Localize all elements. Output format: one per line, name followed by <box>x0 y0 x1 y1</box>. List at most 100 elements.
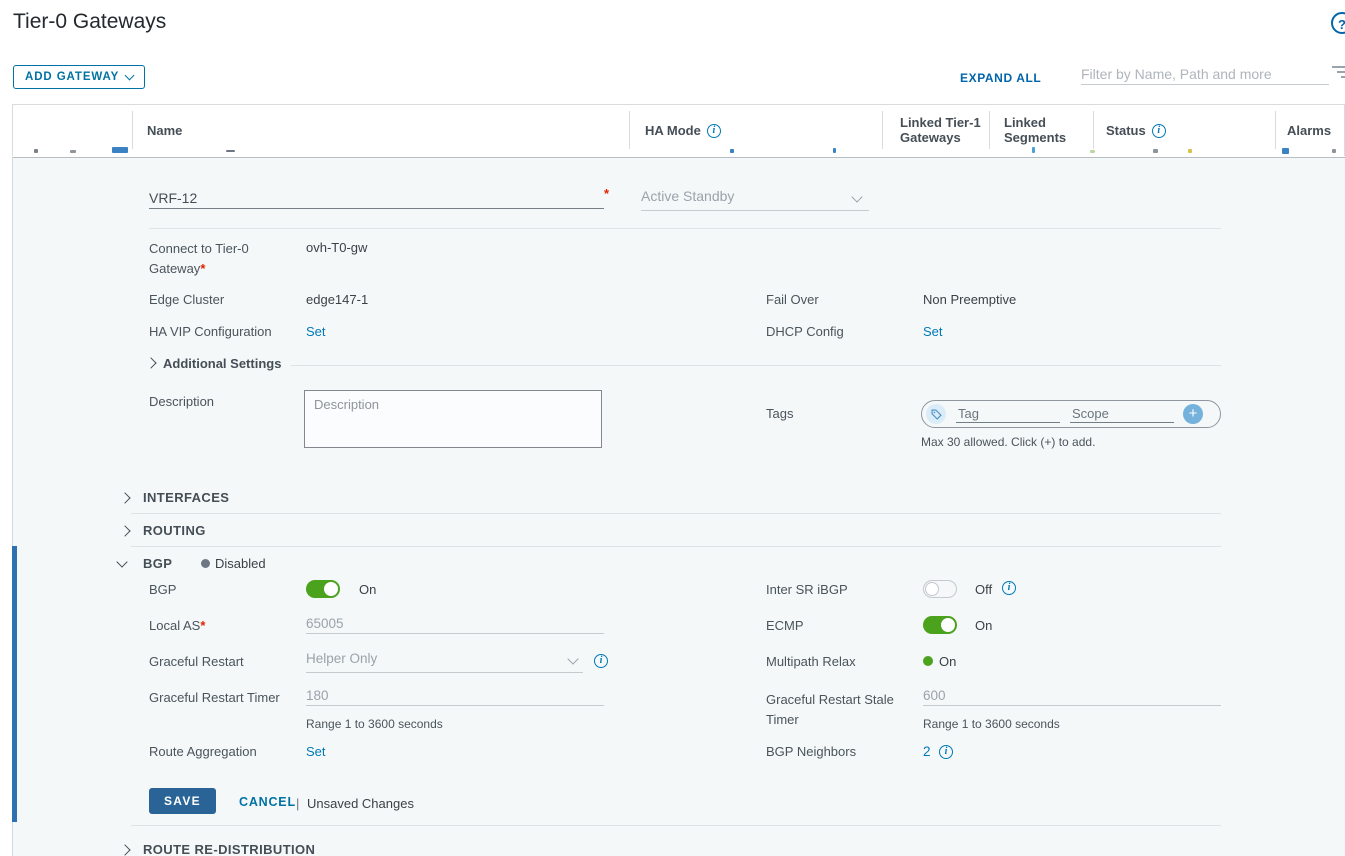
tier0-gateways-page: Tier-0 Gateways ? ADD GATEWAY EXPAND ALL… <box>0 0 1345 856</box>
column-header-alarms: Alarms <box>1287 123 1331 138</box>
expand-all-button[interactable]: EXPAND ALL <box>960 71 1041 85</box>
column-divider <box>989 111 990 149</box>
status-dot-gray <box>201 559 210 568</box>
chevron-down-icon <box>116 556 127 567</box>
connect-to-t0-value: ovh-T0-gw <box>306 240 367 255</box>
ecmp-state-text: On <box>975 618 992 633</box>
route-aggregation-set-link[interactable]: Set <box>306 744 326 759</box>
chevron-down-icon <box>125 71 135 81</box>
chevron-down-icon <box>851 191 862 202</box>
tags-label: Tags <box>766 406 793 421</box>
chevron-right-icon <box>119 525 130 536</box>
divider <box>291 365 1221 366</box>
required-asterisk: * <box>200 261 205 276</box>
connect-to-t0-label: Connect to Tier-0 Gateway* <box>149 239 271 279</box>
ecmp-toggle[interactable] <box>923 616 957 634</box>
column-divider <box>1093 111 1094 149</box>
column-divider <box>132 111 133 149</box>
info-icon[interactable]: i <box>1002 581 1016 595</box>
required-asterisk: * <box>604 186 609 201</box>
section-routing[interactable]: ROUTING <box>143 523 206 538</box>
gr-timer-input[interactable] <box>306 686 604 706</box>
status-dot-green <box>923 656 933 666</box>
scope-input[interactable] <box>1070 405 1174 423</box>
required-asterisk: * <box>200 618 205 633</box>
gr-stale-timer-hint: Range 1 to 3600 seconds <box>923 717 1060 731</box>
tag-icon <box>926 404 946 424</box>
fail-over-value: Non Preemptive <box>923 292 1016 307</box>
inter-sr-state-text: Off <box>975 582 992 597</box>
bgp-state-text: On <box>359 582 376 597</box>
column-divider <box>629 111 630 149</box>
info-icon[interactable]: i <box>594 654 608 668</box>
inter-sr-ibgp-toggle[interactable] <box>923 580 957 598</box>
gr-timer-label: Graceful Restart Timer <box>149 690 280 705</box>
column-header-linked-segments: Linked Segments <box>1004 115 1074 145</box>
fail-over-label: Fail Over <box>766 292 819 307</box>
bgp-toggle-label: BGP <box>149 582 176 597</box>
chevron-down-icon <box>567 653 578 664</box>
column-divider <box>1275 111 1276 149</box>
cancel-button[interactable]: CANCEL <box>233 794 302 810</box>
add-gateway-label: ADD GATEWAY <box>25 71 119 83</box>
gateway-name-input[interactable] <box>149 188 604 209</box>
local-as-input[interactable] <box>306 614 604 634</box>
column-header-ha-mode: HA Mode i <box>645 123 721 138</box>
tags-help-text: Max 30 allowed. Click (+) to add. <box>921 435 1095 449</box>
gr-timer-hint: Range 1 to 3600 seconds <box>306 717 443 731</box>
bgp-status-text: Disabled <box>215 556 266 571</box>
gr-stale-timer-label: Graceful Restart Stale Timer <box>766 690 911 730</box>
bgp-toggle[interactable] <box>306 580 340 598</box>
info-icon[interactable]: i <box>707 124 721 138</box>
info-icon[interactable]: i <box>939 745 953 759</box>
dhcp-set-link[interactable]: Set <box>923 324 943 339</box>
ha-mode-select: Active Standby <box>641 188 869 211</box>
ha-vip-set-link[interactable]: Set <box>306 324 326 339</box>
column-header-status: Status i <box>1106 123 1166 138</box>
add-tag-button[interactable]: + <box>1183 404 1203 424</box>
column-header-linked-tier1: Linked Tier-1 Gateways <box>900 115 986 145</box>
gr-stale-timer-input[interactable] <box>923 686 1221 706</box>
add-gateway-button[interactable]: ADD GATEWAY <box>13 65 145 89</box>
tags-input-group: + <box>921 400 1221 428</box>
inter-sr-ibgp-label: Inter SR iBGP <box>766 582 848 597</box>
section-bgp[interactable]: BGP <box>143 556 172 571</box>
ha-vip-label: HA VIP Configuration <box>149 324 272 339</box>
divider <box>149 228 1221 229</box>
graceful-restart-value: Helper Only <box>306 651 377 666</box>
section-interfaces[interactable]: INTERFACES <box>143 490 229 505</box>
section-route-redistribution[interactable]: ROUTE RE-DISTRIBUTION <box>143 842 315 856</box>
divider <box>131 825 1221 826</box>
info-icon[interactable]: i <box>1152 124 1166 138</box>
chevron-right-icon <box>119 844 130 855</box>
description-textarea[interactable] <box>304 390 602 448</box>
filter-icon[interactable] <box>1332 63 1345 78</box>
local-as-label: Local AS* <box>149 618 205 633</box>
multipath-relax-label: Multipath Relax <box>766 654 856 669</box>
divider <box>131 546 1221 547</box>
separator: | <box>296 796 299 811</box>
ecmp-label: ECMP <box>766 618 804 633</box>
filter-input[interactable] <box>1081 64 1329 85</box>
route-aggregation-label: Route Aggregation <box>149 744 257 759</box>
chevron-right-icon <box>145 357 156 368</box>
description-label: Description <box>149 394 214 409</box>
bgp-neighbors-link[interactable]: 2 <box>923 744 931 759</box>
column-divider <box>882 111 883 149</box>
divider <box>131 513 1221 514</box>
graceful-restart-select[interactable]: Helper Only <box>306 650 583 673</box>
edge-cluster-label: Edge Cluster <box>149 292 224 307</box>
tag-input[interactable] <box>956 405 1060 423</box>
dhcp-config-label: DHCP Config <box>766 324 844 339</box>
gateways-table-header: Name HA Mode i Linked Tier-1 Gateways Li… <box>12 104 1345 156</box>
help-icon[interactable]: ? <box>1331 12 1345 34</box>
edge-cluster-value: edge147-1 <box>306 292 368 307</box>
graceful-restart-label: Graceful Restart <box>149 654 244 669</box>
column-header-name: Name <box>147 123 182 138</box>
page-title: Tier-0 Gateways <box>13 10 166 34</box>
additional-settings-toggle[interactable]: Additional Settings <box>163 356 281 371</box>
multipath-relax-state: On <box>939 654 956 669</box>
ha-mode-value: Active Standby <box>641 188 734 204</box>
save-button[interactable]: SAVE <box>149 788 216 814</box>
bgp-neighbors-label: BGP Neighbors <box>766 744 856 759</box>
